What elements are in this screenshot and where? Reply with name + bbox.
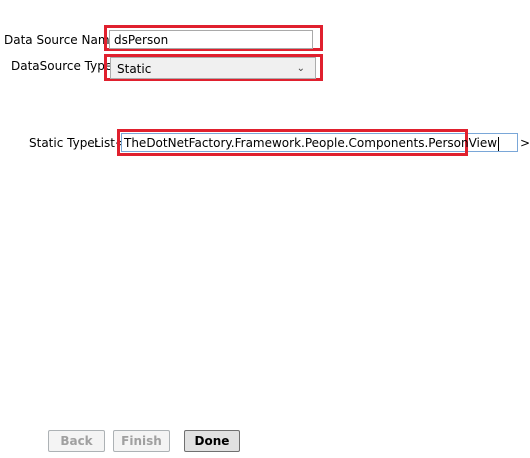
data-source-type-select[interactable]: Static ⌄ — [110, 57, 316, 79]
chevron-down-icon: ⌄ — [296, 63, 305, 74]
data-source-type-label: DataSource Type: — [11, 59, 117, 73]
text-cursor — [498, 136, 500, 151]
done-button[interactable]: Done — [184, 430, 240, 452]
list-suffix-label: > — [520, 136, 530, 150]
back-button[interactable]: Back — [48, 430, 105, 452]
data-source-type-selected-value: Static — [117, 62, 152, 76]
static-type-value: TheDotNetFactory.Framework.People.Compon… — [124, 136, 498, 150]
datasource-wizard-page: Data Source Name: dsPerson DataSource Ty… — [0, 0, 530, 458]
static-type-label: Static Type: — [29, 136, 99, 150]
data-source-name-input[interactable]: dsPerson — [109, 30, 313, 49]
static-type-input-text[interactable]: TheDotNetFactory.Framework.People.Compon… — [124, 135, 500, 151]
finish-button[interactable]: Finish — [113, 430, 170, 452]
